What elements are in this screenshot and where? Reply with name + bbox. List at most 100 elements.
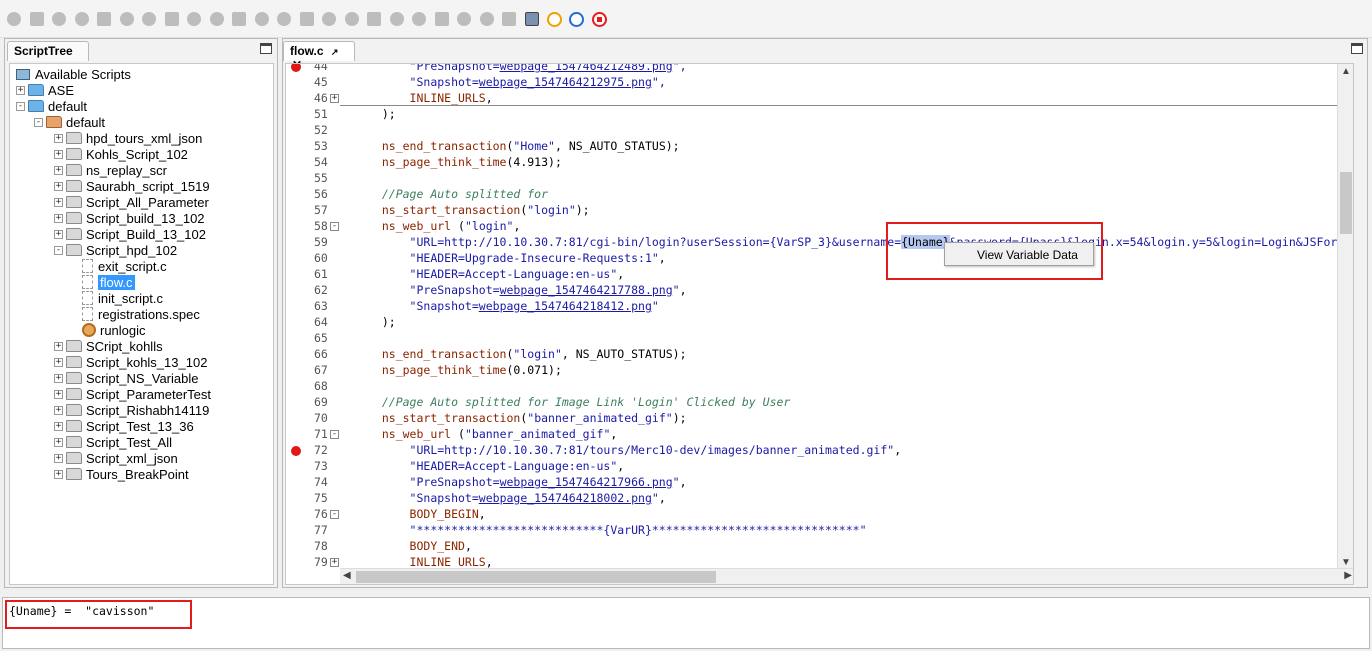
expand-icon[interactable]: + [54,389,63,399]
tree-item[interactable]: flow.c [82,274,135,290]
menu-item-view-variable-data[interactable]: View Variable Data [977,248,1078,262]
comment-icon[interactable] [119,11,135,27]
settings-icon[interactable] [321,11,337,27]
expand-icon[interactable]: + [54,357,63,367]
expand-icon[interactable]: + [54,437,63,447]
debug-icon[interactable] [299,11,315,27]
expand-icon[interactable]: + [54,149,63,159]
tree-item[interactable]: + Script_All_Parameter [54,194,209,210]
code-line[interactable]: 71- ns_web_url ("banner_animated_gif", [286,426,1346,442]
tree-item[interactable]: registrations.spec [82,306,200,322]
code-line[interactable]: 66 ns_end_transaction("login", NS_AUTO_S… [286,346,1346,362]
code-line[interactable]: 55 [286,170,1346,186]
code-line[interactable]: 76- BODY_BEGIN, [286,506,1346,522]
code-line[interactable]: 78 BODY_END, [286,538,1346,554]
breakpoint-icon[interactable] [291,446,301,456]
code-line[interactable]: 53 ns_end_transaction("Home", NS_AUTO_ST… [286,138,1346,154]
run-icon[interactable] [6,11,22,27]
code-line[interactable]: 69 //Page Auto splitted for Image Link '… [286,394,1346,410]
tree-item[interactable]: + Script_Test_All [54,434,172,450]
tree-item[interactable]: + Script_Build_13_102 [54,226,206,242]
tree-item[interactable]: + Kohls_Script_102 [54,146,188,162]
step-icon[interactable] [96,11,112,27]
code-editor[interactable]: 44 "PreSnapshot=webpage_1547464212489.pn… [285,63,1354,585]
tree-item[interactable]: + SCript_kohlls [54,338,163,354]
expand-icon[interactable]: + [54,181,63,191]
code-line[interactable]: 59 "URL=http://10.10.30.7:81/cgi-bin/log… [286,234,1353,250]
format-icon[interactable] [389,11,405,27]
code-line[interactable]: 44 "PreSnapshot=webpage_1547464212489.pn… [286,64,1346,74]
fold-collapse-icon[interactable]: - [330,222,339,231]
tree-item[interactable]: + Script_NS_Variable [54,370,198,386]
download-icon[interactable] [209,11,225,27]
tree-item[interactable]: + Script_build_13_102 [54,210,205,226]
collapse-icon[interactable]: - [54,245,63,255]
tree-item[interactable]: + ASE [16,82,74,98]
maximize-icon[interactable] [260,43,272,54]
tree-item[interactable]: - Script_hpd_102 [54,242,177,258]
copy-icon[interactable] [186,11,202,27]
tree-item[interactable]: + hpd_tours_xml_json [54,130,202,146]
save-icon[interactable] [524,11,540,27]
fold-collapse-icon[interactable]: - [330,430,339,439]
next-icon[interactable] [569,11,585,27]
monitor-icon[interactable] [434,11,450,27]
code-line[interactable]: 54 ns_page_think_time(4.913); [286,154,1346,170]
horizontal-scroll-thumb[interactable] [356,571,716,583]
save-all-icon[interactable] [164,11,180,27]
expand-icon[interactable]: + [54,373,63,383]
flask-icon[interactable] [479,11,495,27]
code-line[interactable]: 57 ns_start_transaction("login"); [286,202,1346,218]
find-icon[interactable] [276,11,292,27]
code-line[interactable]: 73 "HEADER=Accept-Language:en-us", [286,458,1346,474]
expand-icon[interactable]: + [54,133,63,143]
code-line[interactable]: 62 "PreSnapshot=webpage_1547464217788.pn… [286,282,1346,298]
code-line[interactable]: 75 "Snapshot=webpage_1547464218002.png", [286,490,1346,506]
code-line[interactable]: 51 ); [286,106,1346,122]
tab-scripttree[interactable]: ScriptTree [7,41,89,61]
vertical-scrollbar[interactable]: ▲ ▼ [1337,64,1353,570]
expand-icon[interactable]: + [54,213,63,223]
code-line[interactable]: 61 "HEADER=Accept-Language:en-us", [286,266,1346,282]
comment-block-icon[interactable] [141,11,157,27]
collapse-icon[interactable]: - [16,101,25,111]
code-line[interactable]: 58- ns_web_url ("login", [286,218,1346,234]
code-line[interactable]: 74 "PreSnapshot=webpage_1547464217966.pn… [286,474,1346,490]
home-icon[interactable] [501,11,517,27]
expand-icon[interactable]: + [16,85,25,95]
breakpoint-icon[interactable] [291,64,301,72]
maximize-icon[interactable] [1351,43,1363,54]
grid-icon[interactable] [344,11,360,27]
code-line[interactable]: 52 [286,122,1346,138]
tree-item[interactable]: + Script_Test_13_36 [54,418,194,434]
tree-item[interactable]: exit_script.c [82,258,167,274]
scroll-up-icon[interactable]: ▲ [1341,66,1351,77]
code-line[interactable]: 46 + INLINE_URLS, [286,90,1346,106]
expand-icon[interactable]: + [54,421,63,431]
tree-item[interactable]: + Script_kohls_13_102 [54,354,207,370]
code-line[interactable]: 56 //Page Auto splitted for [286,186,1346,202]
code-line[interactable]: 67 ns_page_think_time(0.071); [286,362,1346,378]
screen-icon[interactable] [411,11,427,27]
collapse-icon[interactable]: - [34,117,43,127]
horizontal-scrollbar[interactable]: ◀ ▶ [340,568,1353,584]
tree-item[interactable]: + Script_xml_json [54,450,178,466]
scroll-right-icon[interactable]: ▶ [1344,570,1352,581]
tree-item[interactable]: + Script_ParameterTest [54,386,211,402]
pause-icon[interactable] [74,11,90,27]
tree-item[interactable]: + Saurabh_script_1519 [54,178,210,194]
expand-icon[interactable]: + [54,405,63,415]
tree-root[interactable]: Available Scripts [16,66,131,82]
refresh-icon[interactable] [546,11,562,27]
record-icon[interactable] [366,11,382,27]
pin-icon[interactable]: ↗ [331,47,339,57]
tree-item[interactable]: runlogic [82,322,146,338]
wrench-icon[interactable] [254,11,270,27]
tree-item[interactable]: - default [16,98,87,114]
stop-circle-icon[interactable] [591,11,607,27]
cancel-icon[interactable] [51,11,67,27]
tree-item[interactable]: + Tours_BreakPoint [54,466,189,482]
code-line[interactable]: 72 "URL=http://10.10.30.7:81/tours/Merc1… [286,442,1346,458]
expand-icon[interactable]: + [54,453,63,463]
vertical-scroll-thumb[interactable] [1340,172,1352,234]
